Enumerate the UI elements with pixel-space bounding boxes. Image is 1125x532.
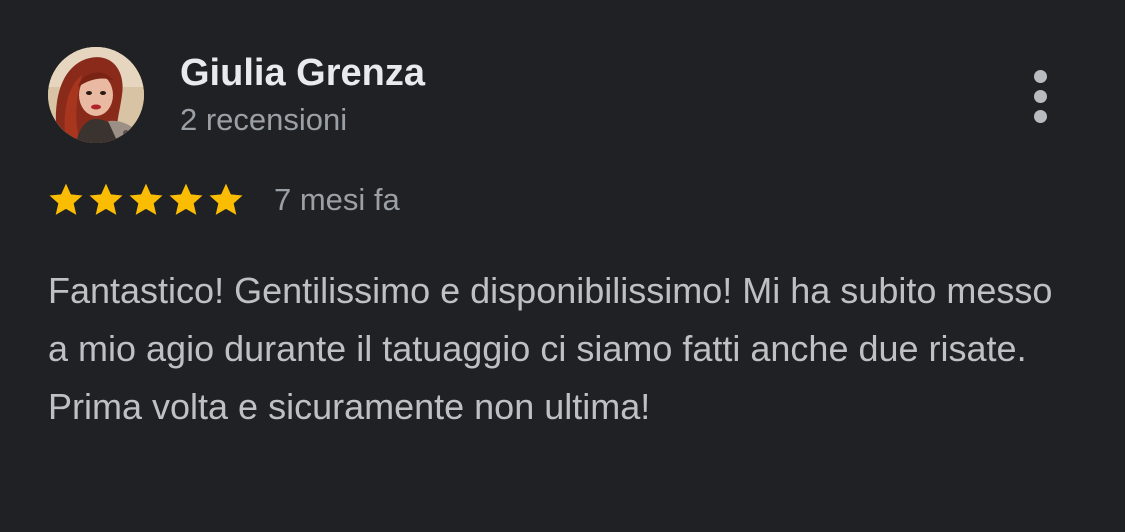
avatar[interactable] — [48, 47, 144, 143]
menu-dot — [1034, 90, 1047, 103]
review-text: Fantastico! Gentilissimo e disponibiliss… — [48, 270, 1053, 427]
star-rating — [46, 180, 246, 220]
author-name[interactable]: Giulia Grenza — [180, 50, 425, 96]
star-icon — [86, 180, 126, 220]
star-icon — [46, 180, 86, 220]
author-review-count[interactable]: 2 recensioni — [180, 100, 347, 140]
menu-dot — [1034, 110, 1047, 123]
avatar-photo — [48, 47, 144, 143]
review-card: Giulia Grenza 2 recensioni 7 mesi fa Fan… — [0, 0, 1125, 532]
menu-dot — [1034, 70, 1047, 83]
review-date: 7 mesi fa — [274, 182, 400, 217]
star-icon — [166, 180, 206, 220]
star-icon — [206, 180, 246, 220]
star-icon — [126, 180, 166, 220]
more-vert-icon[interactable] — [1018, 66, 1062, 126]
rating-row: 7 mesi fa — [46, 178, 400, 222]
